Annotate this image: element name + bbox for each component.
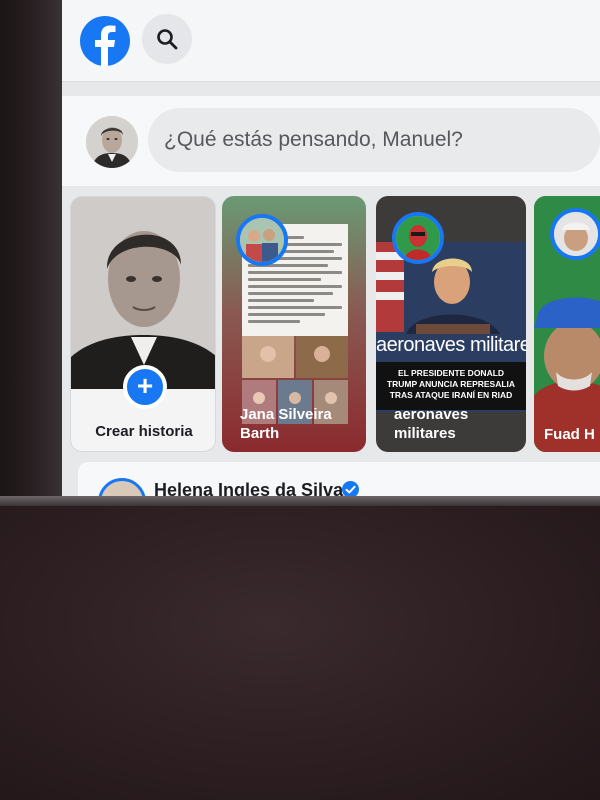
monitor-bezel — [0, 496, 600, 506]
facebook-logo-icon[interactable] — [80, 16, 130, 66]
story-avatar — [392, 212, 444, 264]
search-icon — [157, 29, 178, 50]
avatar[interactable] — [98, 478, 146, 498]
story-avatar — [236, 214, 288, 266]
story-card-aeronaves[interactable]: aeronaves militares EL PRESIDENTE DONALD… — [376, 196, 526, 452]
composer-input[interactable]: ¿Qué estás pensando, Manuel? — [148, 108, 600, 172]
background-surface — [0, 506, 600, 800]
facebook-screen: ¿Qué estás pensando, Manuel? + Crear his… — [62, 0, 600, 498]
add-story-button[interactable]: + — [123, 365, 167, 409]
search-button[interactable] — [142, 14, 192, 64]
monitor-frame — [0, 0, 62, 500]
top-bar — [62, 0, 600, 82]
story-avatar — [550, 208, 600, 260]
story-card-jana[interactable]: Jana Silveira Barth — [222, 196, 366, 452]
story-subheadline: EL PRESIDENTE DONALD TRUMP ANUNCIA REPRE… — [386, 368, 516, 400]
story-author-name: Jana Silveira Barth — [240, 406, 332, 442]
create-story-card[interactable]: + Crear historia — [70, 196, 216, 452]
story-headline: aeronaves militares — [376, 334, 526, 356]
create-story-label: Crear historia — [95, 423, 193, 440]
story-card-fuad[interactable]: Fuad H — [534, 196, 600, 452]
plus-icon: + — [136, 370, 154, 401]
stories-tray: + Crear historia Jana Silveira Barth aer… — [62, 192, 600, 454]
feed-post: Helena Ingles da Silva — [78, 462, 600, 498]
story-author-name: aeronaves militares — [394, 406, 469, 442]
avatar[interactable] — [86, 116, 138, 168]
story-author-name: Fuad H — [544, 426, 595, 443]
post-composer: ¿Qué estás pensando, Manuel? — [62, 96, 600, 186]
profile-photo — [71, 197, 215, 389]
